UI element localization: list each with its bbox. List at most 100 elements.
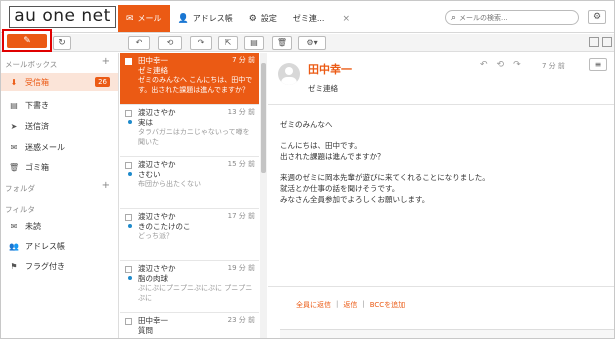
search-icon: ⌕ xyxy=(451,12,457,23)
sidebar-item-label: 下書き xyxy=(25,100,49,110)
filter-item-flagged[interactable]: ⚑ フラグ付き xyxy=(1,257,118,275)
reply-button[interactable]: ↶ xyxy=(128,36,150,50)
mail-icon: ✉ xyxy=(126,13,134,24)
trash-icon: 🗑 xyxy=(9,162,20,172)
tab-mail[interactable]: ✉ メール xyxy=(118,5,170,32)
footer-divider xyxy=(268,286,614,287)
filter-item-unread[interactable]: ✉ 未読 xyxy=(1,217,118,235)
mail-checkbox[interactable] xyxy=(125,266,132,273)
reply-icon: ↶ xyxy=(135,38,143,47)
sidebar: メールボックス + ⬇ 受信箱 26 ▤ 下書き ➤ 送信済 ✉ 迷惑メール 🗑… xyxy=(1,53,119,338)
compose-highlight: ✎ xyxy=(2,29,52,52)
mail-preview: ぷにぷにプニプニぷにぷに プニプニぷに xyxy=(138,284,253,302)
mail-checkbox[interactable] xyxy=(125,214,132,221)
mail-list-item[interactable]: 渡辺さやか 15 分 前 さむい 布団から出たくない xyxy=(120,157,259,209)
tab-label: 設定 xyxy=(260,14,277,23)
tab-address-book[interactable]: 👤 アドレス帳 xyxy=(170,5,241,32)
tab-open-message[interactable]: ゼミ連... × xyxy=(285,5,358,32)
gear-dropdown-icon: ⚙▾ xyxy=(306,38,318,47)
sidebar-item-sent[interactable]: ➤ 送信済 xyxy=(1,117,118,135)
filter-item-label: アドレス帳 xyxy=(25,241,65,251)
avatar-head-shape xyxy=(285,67,293,75)
mail-preview: ゼミのみんなへ こんにちは、田中です。出された課題は進んでますか？ xyxy=(138,76,253,94)
inbox-icon: ⬇ xyxy=(10,77,18,87)
message-sender: 田中幸一 xyxy=(308,63,352,76)
add-mailbox-icon[interactable]: + xyxy=(102,56,110,67)
archive-icon: ▤ xyxy=(250,38,258,47)
split-view-icon[interactable] xyxy=(589,37,599,47)
mail-preview: 布団から出たくない xyxy=(138,180,201,188)
scrollbar-thumb[interactable] xyxy=(261,63,266,173)
forward-button[interactable]: ↷ xyxy=(190,36,212,50)
add-bcc-link[interactable]: BCCを追加 xyxy=(370,300,405,310)
message-actions: ↶ ⟲ ↷ xyxy=(480,60,521,70)
mail-time: 19 分 前 xyxy=(227,264,255,272)
mail-list-scrollbar[interactable] xyxy=(260,53,267,338)
add-folder-icon[interactable]: + xyxy=(102,180,110,191)
mail-list-item[interactable]: 田中幸一 23 分 前 質問 xyxy=(120,313,259,338)
body-line: 来週のゼミに岡本先輩が遊びに来てくれることになりました。 xyxy=(280,173,490,182)
unread-dot xyxy=(128,172,132,176)
move-button[interactable]: ⇱ xyxy=(218,36,238,50)
message-time: 7 分 前 xyxy=(542,62,565,70)
mail-time: 15 分 前 xyxy=(227,160,255,168)
sidebar-item-trash[interactable]: 🗑 ゴミ箱 xyxy=(1,158,118,176)
sidebar-item-label: ゴミ箱 xyxy=(25,162,49,172)
top-bar: au one net ✉ メール 👤 アドレス帳 ⚙ 設定 ゼミ連... × ⌕ xyxy=(1,1,614,33)
body-line: 就活とか仕事の話を聞けそうです。 xyxy=(280,184,400,193)
reply-all-icon: ⟲ xyxy=(166,38,174,47)
mail-time: 23 分 前 xyxy=(227,316,255,324)
filter-item-label: フラグ付き xyxy=(25,261,65,271)
reply-all-link[interactable]: 全員に返信 xyxy=(296,300,331,310)
reading-pane: 田中幸一 ゼミ連絡 ↶ ⟲ ↷ 7 分 前 ≡ ゼミのみんなへ こんにちは、田中… xyxy=(268,53,614,338)
reply-link[interactable]: 返信 xyxy=(343,300,357,310)
mail-list-item[interactable]: 渡辺さやか 17 分 前 きのこたけのこ どっち派？ xyxy=(120,209,259,261)
sidebar-item-drafts[interactable]: ▤ 下書き xyxy=(1,96,118,114)
mail-checkbox[interactable] xyxy=(125,318,132,325)
mail-subject: 質問 xyxy=(138,326,153,335)
mail-list-item-selected[interactable]: 田中幸一 7 分 前 ゼミ連絡 ゼミのみんなへ こんにちは、田中です。出された課… xyxy=(120,53,259,105)
full-view-icon[interactable] xyxy=(602,37,612,47)
forward-icon: ↷ xyxy=(197,38,205,47)
forward-icon[interactable]: ↷ xyxy=(513,60,521,70)
move-icon: ⇱ xyxy=(224,38,232,47)
message-menu-button[interactable]: ≡ xyxy=(589,58,607,71)
search-input[interactable] xyxy=(459,13,570,22)
mail-list: 田中幸一 7 分 前 ゼミ連絡 ゼミのみんなへ こんにちは、田中です。出された課… xyxy=(120,53,267,338)
mail-checkbox[interactable] xyxy=(125,110,132,117)
tab-settings[interactable]: ⚙ 設定 xyxy=(241,5,285,32)
sidebar-item-label: 迷惑メール xyxy=(25,142,65,152)
hamburger-icon: ≡ xyxy=(594,60,602,69)
reply-icon[interactable]: ↶ xyxy=(480,60,488,70)
search-box[interactable]: ⌕ xyxy=(445,10,579,25)
sidebar-item-inbox[interactable]: ⬇ 受信箱 26 xyxy=(1,73,118,91)
reply-all-button[interactable]: ⟲ xyxy=(158,36,182,50)
reply-editor-toolbar[interactable] xyxy=(280,329,614,338)
unread-count-badge: 26 xyxy=(95,77,110,87)
compose-button[interactable]: ✎ xyxy=(7,34,47,48)
mail-list-item[interactable]: 渡辺さやか 13 分 前 実は タラバガニはカニじゃないって噂を聞いた xyxy=(120,105,259,157)
unread-dot xyxy=(128,224,132,228)
delete-button[interactable]: 🗑 xyxy=(272,36,292,50)
mail-time: 13 分 前 xyxy=(227,108,255,116)
body-line: 出された課題は進んでますか？ xyxy=(280,152,385,161)
mail-checkbox[interactable] xyxy=(125,58,132,65)
mail-checkbox[interactable] xyxy=(125,162,132,169)
mail-time: 7 分 前 xyxy=(232,56,255,64)
settings-menu-button[interactable]: ⚙ xyxy=(588,10,606,24)
reply-all-icon[interactable]: ⟲ xyxy=(497,60,505,70)
filter-item-contacts[interactable]: 👥 アドレス帳 xyxy=(1,237,118,255)
mail-time: 17 分 前 xyxy=(227,212,255,220)
filter-header: フィルタ xyxy=(5,205,35,214)
sidebar-item-spam[interactable]: ✉ 迷惑メール xyxy=(1,138,118,156)
archive-button[interactable]: ▤ xyxy=(244,36,264,50)
refresh-button[interactable]: ↻ xyxy=(53,36,71,50)
mail-preview: どっち派？ xyxy=(138,232,173,240)
draft-icon: ▤ xyxy=(10,100,18,110)
more-actions-button[interactable]: ⚙▾ xyxy=(298,36,326,50)
mail-list-item[interactable]: 渡辺さやか 19 分 前 脂の肉球 ぷにぷにプニプニぷにぷに プニプニぷに xyxy=(120,261,259,313)
unread-icon: ✉ xyxy=(10,221,18,231)
mail-preview: タラバガニはカニじゃないって噂を聞いた xyxy=(138,128,250,146)
gear-icon: ⚙ xyxy=(592,12,602,22)
close-icon[interactable]: × xyxy=(342,14,350,24)
